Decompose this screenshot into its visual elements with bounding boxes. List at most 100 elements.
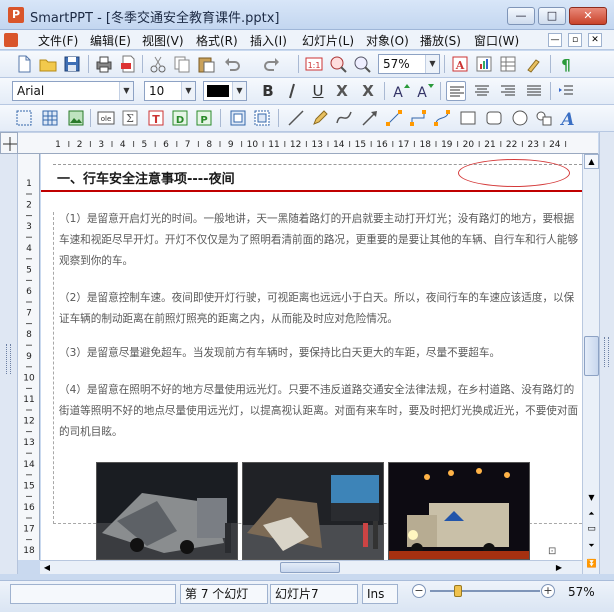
elbow-connector-icon[interactable] (408, 108, 428, 128)
align-right-icon[interactable] (498, 81, 518, 101)
paste-icon[interactable] (196, 54, 216, 74)
wordart-icon[interactable]: A (558, 108, 578, 130)
vertical-ruler[interactable]: 1 2 3 4 5 6 7 8 9 10 11 12 13 14 15 16 17 18 (18, 154, 40, 562)
rounded-rect-tool-icon[interactable] (484, 108, 504, 128)
maximize-button[interactable]: □ (538, 7, 566, 25)
zoom-icon[interactable] (352, 54, 372, 74)
ruler-corner[interactable] (0, 132, 18, 154)
grow-font-icon[interactable]: A (390, 81, 410, 101)
line-tool-icon[interactable] (286, 108, 306, 128)
mdi-restore-button[interactable]: ▫ (568, 33, 582, 47)
connector-icon[interactable] (384, 108, 404, 128)
pencil-tool-icon[interactable] (310, 108, 330, 128)
slide-number-icon[interactable]: 1:1 (304, 54, 324, 74)
minimize-button[interactable]: — (507, 7, 535, 25)
zoom-in-button[interactable]: + (541, 584, 555, 598)
slide-view-icon[interactable]: ▭ (584, 522, 599, 537)
open-folder-icon[interactable] (38, 54, 58, 74)
panel-splitter-handle[interactable] (604, 337, 609, 367)
export-pdf-icon[interactable] (118, 54, 138, 74)
frame-icon[interactable] (228, 108, 248, 128)
horizontal-scrollbar[interactable]: ◀ ▶ (40, 560, 582, 574)
indent-icon[interactable] (556, 81, 576, 101)
zoom-slider-thumb[interactable] (454, 585, 462, 597)
horizontal-scroll-thumb[interactable] (280, 562, 340, 573)
redo-icon[interactable] (262, 54, 282, 74)
justify-icon[interactable] (524, 81, 544, 101)
shrink-font-icon[interactable]: A (414, 81, 434, 101)
select-object-icon[interactable] (14, 108, 34, 128)
resize-handle-icon[interactable]: ⊡ (548, 546, 566, 558)
zoom-page-icon[interactable] (328, 54, 348, 74)
italic-icon[interactable] (282, 81, 302, 101)
vertical-scroll-thumb[interactable] (584, 336, 599, 376)
menu-insert[interactable]: 插入(I) (250, 32, 287, 49)
mdi-close-button[interactable]: ✕ (588, 33, 602, 47)
menu-play[interactable]: 播放(S) (420, 32, 461, 49)
zoom-out-button[interactable]: − (412, 584, 426, 598)
placeholder-icon[interactable]: P (194, 108, 214, 128)
arrow-tool-icon[interactable] (360, 108, 380, 128)
align-center-icon[interactable] (472, 81, 492, 101)
photo-accident-scene[interactable] (242, 462, 384, 560)
group-icon[interactable] (252, 108, 272, 128)
brush-icon[interactable] (524, 54, 544, 74)
curve-tool-icon[interactable] (334, 108, 354, 128)
font-color-select[interactable]: ▼ (203, 81, 247, 101)
font-family-select[interactable]: Arial ▼ (12, 81, 134, 101)
previous-slide-icon[interactable]: ⏶ (584, 506, 599, 521)
menu-window[interactable]: 窗口(W) (474, 32, 519, 49)
menu-object[interactable]: 对象(O) (366, 32, 409, 49)
shapes-icon[interactable] (534, 108, 554, 128)
save-icon[interactable] (62, 54, 82, 74)
zoom-select[interactable]: 57% ▼ (378, 54, 440, 74)
rectangle-tool-icon[interactable] (458, 108, 478, 128)
text-box-icon[interactable]: A (450, 54, 470, 74)
undo-icon[interactable] (222, 54, 242, 74)
ellipse-shape[interactable] (458, 159, 570, 187)
new-document-icon[interactable] (14, 54, 34, 74)
status-insert-mode[interactable]: Ins (362, 584, 398, 604)
font-size-select[interactable]: 10 ▼ (144, 81, 196, 101)
bold-button[interactable]: B (258, 81, 278, 101)
last-slide-icon[interactable]: ⏬ (584, 556, 599, 571)
vertical-scrollbar[interactable]: ▲ ▼ ⏶ ▭ ⏷ ⏬ (582, 154, 599, 574)
ellipse-tool-icon[interactable] (510, 108, 530, 128)
curved-connector-icon[interactable] (432, 108, 452, 128)
next-slide-icon[interactable]: ⏷ (584, 538, 599, 553)
equation-icon[interactable]: Σ (120, 108, 140, 128)
text-frame-icon[interactable]: T (146, 108, 166, 128)
mdi-minimize-button[interactable]: — (548, 33, 562, 47)
scroll-right-button[interactable]: ▶ (552, 561, 566, 574)
scroll-left-button[interactable]: ◀ (40, 561, 54, 574)
menu-slide[interactable]: 幻灯片(L) (302, 32, 354, 49)
menu-edit[interactable]: 编辑(E) (90, 32, 131, 49)
align-left-icon[interactable] (446, 81, 466, 101)
photo-overturned-truck[interactable] (96, 462, 238, 560)
copy-icon[interactable] (172, 54, 192, 74)
zoom-slider-track[interactable] (430, 590, 540, 592)
chart-icon[interactable] (474, 54, 494, 74)
underline-button[interactable]: U (308, 81, 328, 101)
clear-format-button[interactable]: X (358, 81, 378, 101)
table-icon[interactable] (498, 54, 518, 74)
photo-truck-night[interactable] (388, 462, 530, 560)
cut-icon[interactable] (148, 54, 168, 74)
right-panel-strip[interactable] (599, 132, 614, 574)
insert-picture-icon[interactable] (66, 108, 86, 128)
strikethrough-button[interactable]: X (332, 81, 352, 101)
left-panel-strip[interactable] (0, 154, 18, 574)
menu-file[interactable]: 文件(F) (38, 32, 78, 49)
menu-view[interactable]: 视图(V) (142, 32, 184, 49)
grid-icon[interactable] (40, 108, 60, 128)
ole-object-icon[interactable]: ole (96, 108, 116, 128)
menu-format[interactable]: 格式(R) (196, 32, 238, 49)
scroll-up-button[interactable]: ▲ (584, 154, 599, 169)
slide-canvas[interactable]: 一、行车安全注意事项----夜间 （1）是留意开启灯光的时间。一般地讲，天一黑随… (41, 154, 582, 560)
horizontal-ruler[interactable]: 1 2 3 4 5 6 7 8 9 10 11 12 13 14 15 16 17 18 19 20 21 22 23 24 (18, 132, 598, 154)
panel-splitter-handle[interactable] (6, 344, 11, 374)
field-icon[interactable]: D (170, 108, 190, 128)
close-button[interactable]: ✕ (569, 7, 607, 25)
scroll-down-button[interactable]: ▼ (584, 490, 599, 505)
print-icon[interactable] (94, 54, 114, 74)
